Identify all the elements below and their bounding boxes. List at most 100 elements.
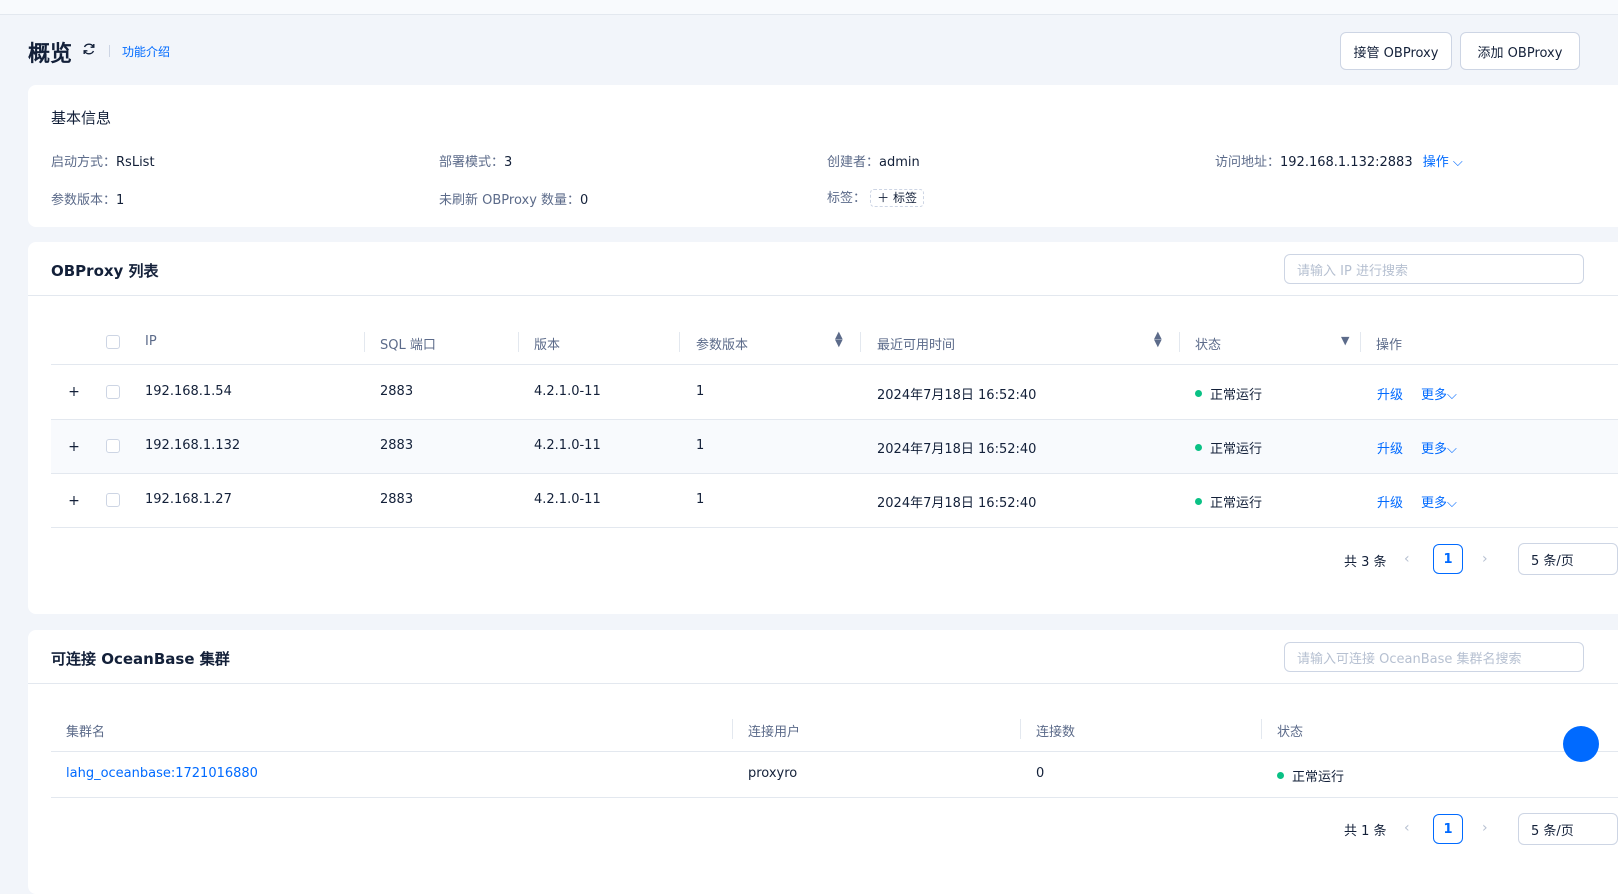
chevron-down-icon: ⌵	[1447, 442, 1457, 457]
status-dot	[1195, 498, 1202, 505]
column-divider	[1261, 719, 1262, 739]
divider	[109, 45, 110, 57]
row-checkbox[interactable]	[106, 493, 120, 507]
select-all-checkbox[interactable]	[106, 335, 120, 349]
more-dropdown[interactable]: 更多⌵	[1421, 384, 1457, 403]
page-size-select[interactable]: 5 条/页	[1518, 543, 1618, 575]
column-header-connections: 连接数	[1036, 725, 1076, 740]
time-cell: 2024年7月18日 16:52:40	[877, 442, 1037, 457]
chevron-down-icon: ⌵	[1452, 155, 1463, 170]
ip-cell: 192.168.1.132	[145, 438, 241, 453]
next-page-icon[interactable]: ›	[1482, 820, 1488, 836]
cluster-name-link[interactable]: lahg_oceanbase:1721016880	[66, 766, 258, 781]
row-checkbox[interactable]	[106, 439, 120, 453]
param-cell: 1	[696, 492, 705, 507]
more-dropdown[interactable]: 更多⌵	[1421, 438, 1457, 457]
column-divider	[732, 719, 733, 739]
upgrade-link[interactable]: 升级	[1377, 384, 1403, 403]
table-row: + 192.168.1.132 2883 4.2.1.0-11 1 2024年7…	[51, 420, 1618, 473]
table-row: + 192.168.1.27 2883 4.2.1.0-11 1 2024年7月…	[51, 474, 1618, 527]
clusters-title: 可连接 OceanBase 集群	[51, 650, 230, 668]
status-dot	[1195, 444, 1202, 451]
port-cell: 2883	[380, 438, 414, 453]
plus-icon: ＋	[877, 191, 890, 205]
add-obproxy-button[interactable]: 添加 OBProxy	[1460, 32, 1580, 70]
column-header-param: 参数版本	[696, 338, 749, 353]
version-cell: 4.2.1.0-11	[534, 492, 601, 507]
row-checkbox[interactable]	[106, 385, 120, 399]
ip-cell: 192.168.1.54	[145, 384, 232, 399]
startup-mode: 启动方式：RsList	[51, 155, 155, 170]
column-divider	[860, 332, 861, 352]
table-row: + 192.168.1.54 2883 4.2.1.0-11 1 2024年7月…	[51, 365, 1618, 419]
basic-info-title: 基本信息	[51, 109, 112, 127]
column-header-time: 最近可用时间	[877, 338, 956, 353]
creator: 创建者：admin	[827, 155, 920, 170]
param-version: 参数版本：1	[51, 193, 125, 208]
column-header-status: 状态	[1277, 725, 1304, 740]
table-row: lahg_oceanbase:1721016880 proxyro 0 正常运行	[51, 752, 1618, 797]
status-dot	[1195, 390, 1202, 397]
status-cell: 正常运行	[1292, 770, 1345, 785]
param-cell: 1	[696, 438, 705, 453]
sort-icon[interactable]: ▲ ▼	[835, 331, 843, 349]
expand-icon[interactable]: +	[67, 494, 81, 508]
page-size-select[interactable]: 5 条/页	[1518, 813, 1618, 845]
port-cell: 2883	[380, 492, 414, 507]
table-header: 集群名 连接用户 连接数 状态	[51, 709, 1618, 751]
column-divider	[1179, 332, 1180, 352]
chevron-down-icon: ⌵	[1447, 388, 1457, 403]
takeover-obproxy-button[interactable]: 接管 OBProxy	[1340, 32, 1452, 70]
obproxy-list-title: OBProxy 列表	[51, 262, 159, 280]
sort-icon[interactable]: ▲ ▼	[1154, 331, 1162, 349]
prev-page-icon[interactable]: ‹	[1404, 551, 1410, 567]
ip-search-input[interactable]: 请输入 IP 进行搜索	[1284, 254, 1584, 284]
next-page-icon[interactable]: ›	[1482, 551, 1488, 567]
divider	[28, 683, 1618, 684]
add-tag-button[interactable]: ＋ 标签	[870, 189, 925, 207]
total-count: 共 3 条	[1344, 555, 1387, 570]
help-float-button[interactable]	[1563, 726, 1599, 762]
upgrade-link[interactable]: 升级	[1377, 438, 1403, 457]
top-bar	[0, 0, 1618, 15]
unrefreshed-count: 未刷新 OBProxy 数量：0	[439, 193, 589, 208]
feature-intro-link[interactable]: 功能介绍	[122, 43, 170, 60]
column-header-ip: IP	[145, 334, 157, 349]
version-cell: 4.2.1.0-11	[534, 384, 601, 399]
column-divider	[518, 332, 519, 352]
status-cell: 正常运行	[1210, 496, 1263, 511]
column-divider	[1360, 332, 1361, 352]
expand-icon[interactable]: +	[67, 440, 81, 454]
column-header-actions: 操作	[1376, 338, 1403, 353]
cluster-search-input[interactable]: 请输入可连接 OceanBase 集群名搜索	[1284, 642, 1584, 672]
column-divider	[364, 332, 365, 352]
time-cell: 2024年7月18日 16:52:40	[877, 496, 1037, 511]
connections-cell: 0	[1036, 766, 1045, 781]
column-header-user: 连接用户	[748, 725, 801, 740]
column-divider	[1020, 719, 1021, 739]
column-header-version: 版本	[534, 338, 561, 353]
filter-icon[interactable]: ▼	[1341, 334, 1349, 347]
column-header-port: SQL 端口	[380, 338, 436, 353]
ip-cell: 192.168.1.27	[145, 492, 232, 507]
divider	[51, 797, 1618, 798]
upgrade-link[interactable]: 升级	[1377, 492, 1403, 511]
expand-icon[interactable]: +	[67, 385, 81, 399]
deploy-mode: 部署模式：3	[439, 155, 513, 170]
obproxy-list-card: OBProxy 列表 请输入 IP 进行搜索 IP SQL 端口 版本 参数版本…	[28, 242, 1618, 614]
column-header-status: 状态	[1195, 338, 1222, 353]
more-dropdown[interactable]: 更多⌵	[1421, 492, 1457, 511]
basic-info-card: 基本信息 启动方式：RsList 部署模式：3 创建者：admin 访问地址：1…	[28, 85, 1618, 227]
access-address: 访问地址：192.168.1.132:2883 操作 ⌵	[1215, 155, 1463, 170]
page-title: 概览	[28, 42, 73, 67]
page-1-button[interactable]: 1	[1433, 814, 1463, 844]
user-cell: proxyro	[748, 766, 798, 781]
refresh-icon[interactable]	[82, 42, 96, 56]
divider	[28, 295, 1618, 296]
chevron-down-icon: ⌵	[1447, 496, 1457, 511]
prev-page-icon[interactable]: ‹	[1404, 820, 1410, 836]
tags: 标签： ＋ 标签	[827, 187, 925, 207]
address-action-link[interactable]: 操作 ⌵	[1423, 155, 1463, 170]
divider	[51, 527, 1618, 528]
page-1-button[interactable]: 1	[1433, 544, 1463, 574]
